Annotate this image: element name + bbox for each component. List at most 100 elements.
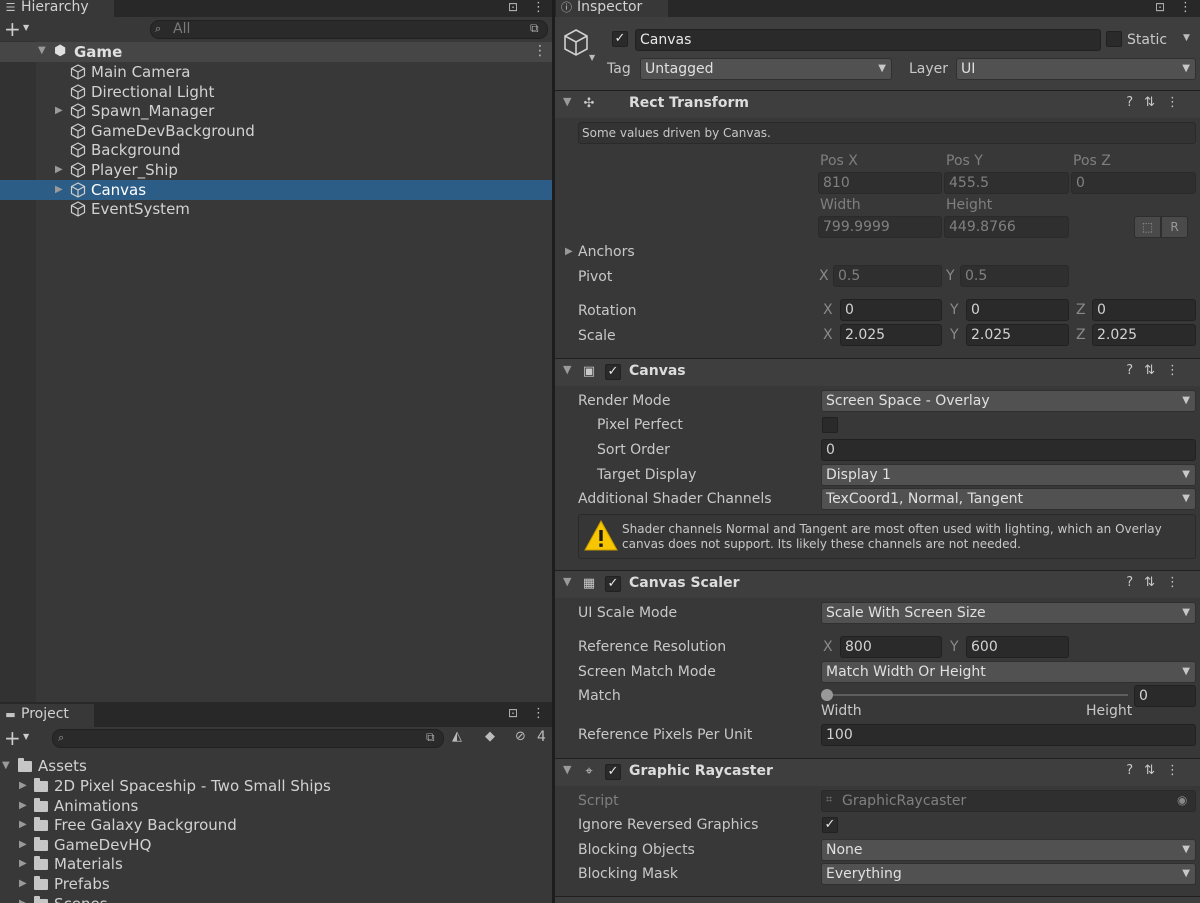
pos-x-field[interactable]: 810 xyxy=(818,172,942,194)
scale-y-field[interactable]: 2.025 xyxy=(966,324,1069,346)
component-menu-icon[interactable]: ⋮ xyxy=(1166,763,1190,778)
component-menu-icon[interactable]: ⋮ xyxy=(1166,363,1190,378)
rot-x-field[interactable]: 0 xyxy=(840,299,942,321)
kebab-menu-icon[interactable]: ⋮ xyxy=(532,0,545,15)
script-field[interactable]: GraphicRaycaster xyxy=(821,790,1196,812)
tag-dropdown[interactable]: Untagged ▼ xyxy=(640,58,892,80)
hierarchy-item[interactable]: GameDevBackground xyxy=(0,121,552,141)
match-slider-thumb[interactable] xyxy=(821,689,833,701)
inspector-lock-icon[interactable]: ⊡ xyxy=(1155,0,1165,14)
fold-caret-icon[interactable]: ▼ xyxy=(563,575,571,588)
project-folder-item[interactable]: ▶ Scenes xyxy=(0,894,552,903)
expand-caret-icon[interactable]: ▼ xyxy=(38,45,46,56)
preset-icon[interactable]: ⇅ xyxy=(1144,575,1166,590)
ppu-field[interactable]: 100 xyxy=(821,724,1196,746)
blueprint-mode-icon[interactable]: ⬚ xyxy=(1134,216,1161,238)
ui-scale-mode-dropdown[interactable]: Scale With Screen Size ▼ xyxy=(821,602,1196,624)
preset-icon[interactable]: ⇅ xyxy=(1144,95,1166,110)
expand-caret-icon[interactable]: ▶ xyxy=(19,815,27,835)
project-folder-item[interactable]: ▶ Free Galaxy Background xyxy=(0,815,552,835)
preset-icon[interactable]: ⇅ xyxy=(1144,363,1166,378)
graphic-raycaster-header[interactable]: ▼ ⌖ ✓ Graphic Raycaster ?⇅⋮ xyxy=(555,758,1200,786)
hierarchy-item[interactable]: Main Camera xyxy=(0,62,552,82)
create-plus-icon[interactable]: + xyxy=(4,18,21,40)
fold-caret-icon[interactable]: ▼ xyxy=(563,363,571,376)
project-menu-icon[interactable]: ⋮ xyxy=(532,706,545,721)
hierarchy-search-input[interactable]: All xyxy=(150,20,548,39)
project-folder-item[interactable]: ▶ Animations xyxy=(0,796,552,816)
canvas-component-header[interactable]: ▼ ▣ ✓ Canvas ?⇅⋮ xyxy=(555,358,1200,386)
fold-caret-icon[interactable]: ▼ xyxy=(563,763,571,776)
hierarchy-item[interactable]: Directional Light xyxy=(0,82,552,102)
sort-order-field[interactable]: 0 xyxy=(821,439,1196,461)
scale-x-field[interactable]: 2.025 xyxy=(840,324,942,346)
project-folder-item[interactable]: ▶ GameDevHQ xyxy=(0,835,552,855)
project-folder-item[interactable]: ▶ Prefabs xyxy=(0,874,552,894)
rot-y-field[interactable]: 0 xyxy=(966,299,1069,321)
rot-z-field[interactable]: 0 xyxy=(1092,299,1196,321)
expand-caret-icon[interactable]: ▶ xyxy=(19,894,27,903)
static-checkbox[interactable] xyxy=(1106,31,1122,47)
help-icon[interactable]: ? xyxy=(1126,363,1144,378)
help-icon[interactable]: ? xyxy=(1126,95,1144,110)
expand-caret-icon[interactable]: ▶ xyxy=(19,776,27,796)
hierarchy-item[interactable]: Background xyxy=(0,140,552,160)
expand-caret-icon[interactable]: ▶ xyxy=(19,874,27,894)
hierarchy-item[interactable]: EventSystem xyxy=(0,199,552,219)
project-search-input[interactable] xyxy=(52,729,444,748)
icon-dropdown-icon[interactable]: ▼ xyxy=(589,53,595,62)
canvas-scaler-enabled-toggle[interactable]: ✓ xyxy=(605,576,621,592)
anchors-label[interactable]: Anchors xyxy=(578,243,635,261)
project-create-plus-icon[interactable]: + xyxy=(4,727,21,749)
expand-caret-icon[interactable]: ▶ xyxy=(19,854,27,874)
fold-caret-icon[interactable]: ▼ xyxy=(563,95,571,108)
anchors-caret-icon[interactable]: ▶ xyxy=(565,246,573,257)
preset-icon[interactable]: ⇅ xyxy=(1144,763,1166,778)
pivot-x-field[interactable]: 0.5 xyxy=(833,265,942,287)
blocking-mask-dropdown[interactable]: Everything ▼ xyxy=(821,863,1196,885)
filter-type-icon[interactable]: ◭ xyxy=(452,729,462,744)
lock-icon[interactable]: ⊡ xyxy=(508,0,518,14)
expand-caret-icon[interactable]: ▶ xyxy=(55,160,63,180)
expand-caret-icon[interactable]: ▶ xyxy=(55,180,63,200)
ref-y-field[interactable]: 600 xyxy=(966,636,1069,658)
scene-menu-icon[interactable]: ⋮ xyxy=(533,43,547,59)
shader-channels-dropdown[interactable]: TexCoord1, Normal, Tangent ▼ xyxy=(821,488,1196,510)
filter-label-icon[interactable]: ◆ xyxy=(485,729,495,744)
expand-caret-icon[interactable]: ▶ xyxy=(55,101,63,121)
graphic-raycaster-enabled-toggle[interactable]: ✓ xyxy=(605,764,621,780)
create-dropdown-icon[interactable]: ▼ xyxy=(23,23,29,32)
hierarchy-item[interactable]: ▶ Spawn_Manager xyxy=(0,101,552,121)
pivot-y-field[interactable]: 0.5 xyxy=(960,265,1069,287)
layer-dropdown[interactable]: UI ▼ xyxy=(956,58,1196,80)
hierarchy-item[interactable]: ▶ Player_Ship xyxy=(0,160,552,180)
next-component-header[interactable] xyxy=(555,896,1200,903)
screen-match-mode-dropdown[interactable]: Match Width Or Height ▼ xyxy=(821,661,1196,683)
static-dropdown-icon[interactable]: ▼ xyxy=(1183,33,1190,43)
expand-caret-icon[interactable]: ▼ xyxy=(2,756,10,776)
width-field[interactable]: 799.9999 xyxy=(818,216,942,238)
pixel-perfect-checkbox[interactable] xyxy=(822,417,838,433)
blocking-objects-dropdown[interactable]: None ▼ xyxy=(821,839,1196,861)
raw-edit-button[interactable]: R xyxy=(1161,216,1188,238)
match-value-field[interactable]: 0 xyxy=(1134,685,1196,707)
pos-y-field[interactable]: 455.5 xyxy=(944,172,1069,194)
expand-caret-icon[interactable]: ▶ xyxy=(19,796,27,816)
tab-hierarchy[interactable]: ☰ Hierarchy xyxy=(0,0,114,17)
component-menu-icon[interactable]: ⋮ xyxy=(1166,575,1190,590)
scene-row[interactable]: ▼ ⬢ Game ⋮ xyxy=(0,42,552,62)
canvas-enabled-toggle[interactable]: ✓ xyxy=(605,364,621,380)
hierarchy-item[interactable]: ▶ Canvas xyxy=(0,179,552,200)
project-lock-icon[interactable]: ⊡ xyxy=(508,706,518,720)
scale-z-field[interactable]: 2.025 xyxy=(1092,324,1196,346)
object-name-input[interactable]: Canvas xyxy=(635,29,1101,51)
project-create-dropdown-icon[interactable]: ▼ xyxy=(23,732,29,741)
active-toggle[interactable]: ✓ xyxy=(612,31,628,47)
object-picker-icon[interactable]: ◉ xyxy=(1177,793,1187,807)
help-icon[interactable]: ? xyxy=(1126,763,1144,778)
ignore-reversed-checkbox[interactable]: ✓ xyxy=(822,817,838,833)
project-search-filter-icon[interactable]: ⧉ xyxy=(426,730,435,745)
pos-z-field[interactable]: 0 xyxy=(1071,172,1196,194)
height-field[interactable]: 449.8766 xyxy=(944,216,1069,238)
canvas-scaler-header[interactable]: ▼ ▦ ✓ Canvas Scaler ?⇅⋮ xyxy=(555,570,1200,598)
